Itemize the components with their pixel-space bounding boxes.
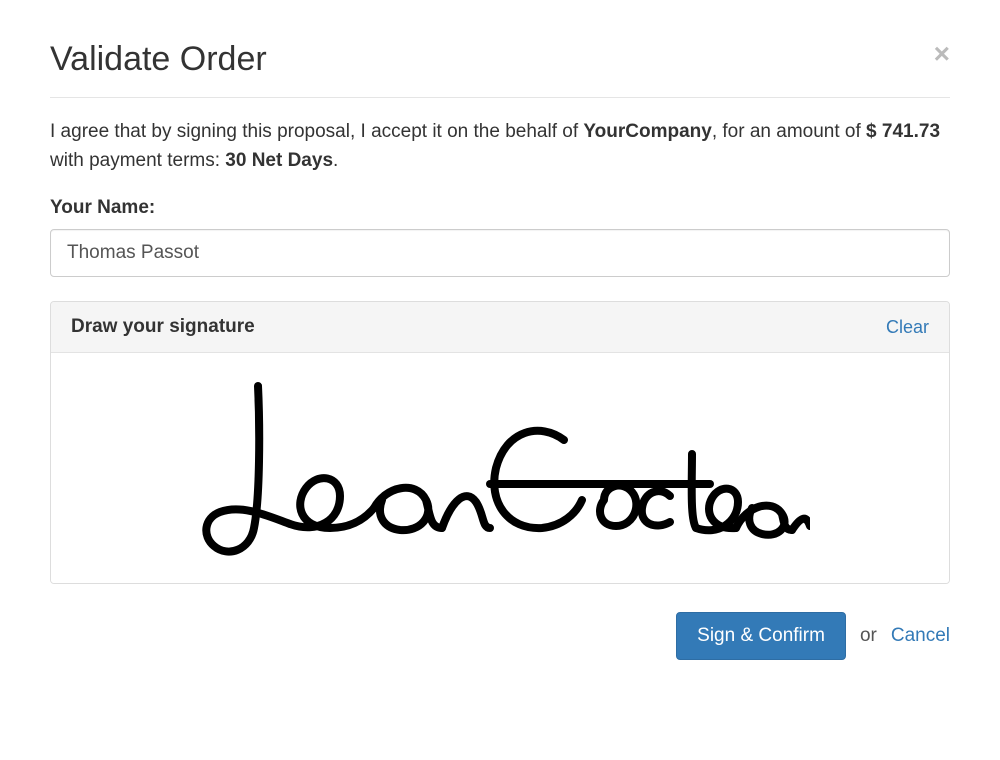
signature-drawing	[190, 368, 810, 568]
or-text: or	[860, 625, 877, 647]
modal-header: Validate Order ×	[50, 40, 950, 98]
sign-confirm-button[interactable]: Sign & Confirm	[676, 612, 846, 660]
agreement-text: I agree that by signing this proposal, I…	[50, 118, 950, 175]
name-label: Your Name:	[50, 197, 950, 219]
agreement-amount: $ 741.73	[866, 121, 940, 142]
close-icon[interactable]: ×	[934, 40, 950, 68]
agreement-mid2: with payment terms:	[50, 150, 225, 171]
signature-panel-header: Draw your signature Clear	[51, 302, 949, 353]
signature-panel: Draw your signature Clear	[50, 301, 950, 584]
signature-panel-title: Draw your signature	[71, 316, 255, 338]
modal-footer: Sign & Confirm or Cancel	[50, 612, 950, 660]
signature-canvas[interactable]	[51, 353, 949, 583]
modal-title: Validate Order	[50, 40, 267, 79]
agreement-terms: 30 Net Days	[225, 150, 333, 171]
validate-order-modal: Validate Order × I agree that by signing…	[0, 0, 1000, 690]
agreement-company: YourCompany	[583, 121, 711, 142]
name-input[interactable]	[50, 229, 950, 277]
clear-signature-link[interactable]: Clear	[886, 317, 929, 338]
agreement-mid1: , for an amount of	[712, 121, 866, 142]
cancel-link[interactable]: Cancel	[891, 625, 950, 647]
agreement-suffix: .	[333, 150, 338, 171]
agreement-prefix: I agree that by signing this proposal, I…	[50, 121, 583, 142]
